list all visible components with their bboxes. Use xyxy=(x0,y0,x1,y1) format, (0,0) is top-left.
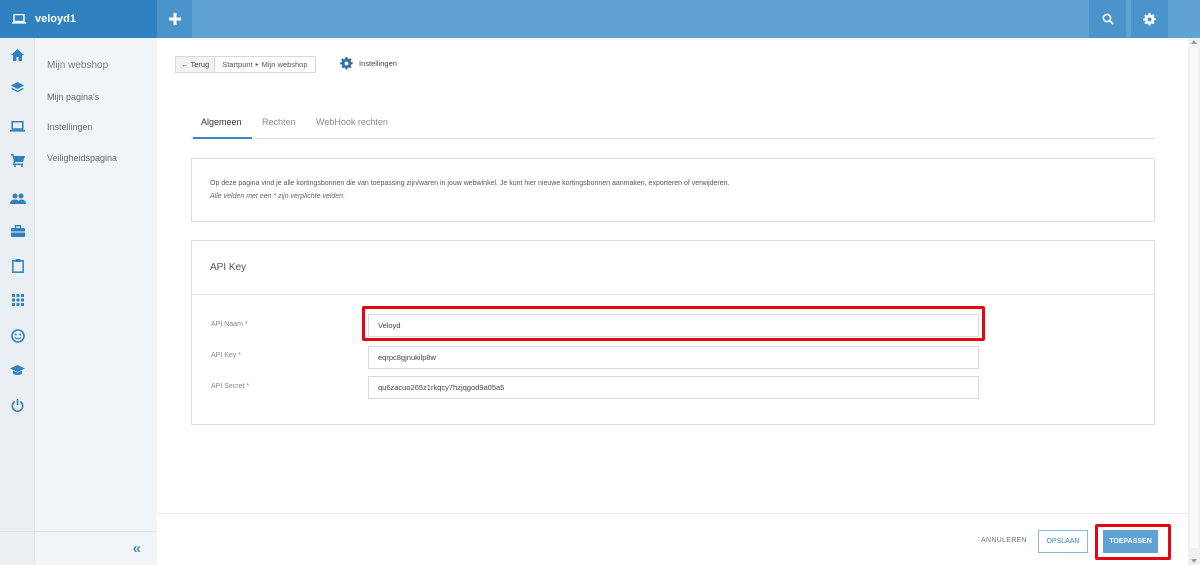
subnav-footer: « xyxy=(35,531,157,565)
collapse-sidebar-button[interactable]: « xyxy=(133,540,141,557)
tab-algemeen[interactable]: Algemeen xyxy=(201,117,242,127)
tab-rechten[interactable]: Rechten xyxy=(262,117,296,127)
search-icon xyxy=(1102,13,1114,25)
top-bar xyxy=(157,0,1200,38)
power-icon[interactable] xyxy=(0,393,35,417)
api-key-panel: API Key API Naam * Veloyd API Key * eqrp… xyxy=(191,240,1155,425)
subnav-item-instellingen[interactable]: Instellingen xyxy=(47,122,93,132)
smiley-icon[interactable] xyxy=(0,324,35,348)
page-title-text: Instellingen xyxy=(359,59,397,68)
active-tab-indicator xyxy=(193,137,252,139)
users-icon[interactable] xyxy=(0,186,35,210)
briefcase-icon[interactable] xyxy=(0,219,35,243)
add-button[interactable] xyxy=(157,0,192,38)
plus-icon xyxy=(168,13,181,25)
layers-icon[interactable] xyxy=(0,76,35,100)
brand-bar[interactable]: veloyd1 xyxy=(0,0,157,38)
icon-rail xyxy=(0,38,35,565)
sub-navigation: Mijn webshop Mijn pagina's Instellingen … xyxy=(35,38,157,565)
laptop-icon xyxy=(12,14,26,24)
subnav-item-mijn-paginas[interactable]: Mijn pagina's xyxy=(47,92,99,102)
required-fields-note: Alle velden met een * zijn verplichte ve… xyxy=(210,193,346,200)
cart-icon[interactable] xyxy=(0,148,35,172)
api-name-input[interactable]: Veloyd xyxy=(368,314,979,337)
back-button[interactable]: ← Terug xyxy=(176,57,216,72)
home-icon[interactable] xyxy=(0,43,35,67)
gear-icon xyxy=(1143,12,1156,25)
graduation-cap-icon[interactable] xyxy=(0,358,35,382)
scroll-up-icon[interactable] xyxy=(1191,40,1197,44)
api-key-input[interactable]: eqrpc8gjnukilp8w xyxy=(368,346,979,369)
save-button[interactable]: OPSLAAN xyxy=(1038,530,1088,553)
breadcrumb-path: Startpunt ▸ Mijn webshop xyxy=(215,60,314,69)
api-name-label: API Naam * xyxy=(211,321,248,328)
info-panel: Op deze pagina vind je alle kortingsbonn… xyxy=(191,158,1155,222)
api-key-panel-header: API Key xyxy=(192,241,1154,295)
api-secret-input[interactable]: qu6zacuo265z1rkqcy7hzjqgod9a05a5 xyxy=(368,376,979,399)
api-secret-label: API Secret * xyxy=(211,383,250,390)
page-scrollbar[interactable] xyxy=(1188,38,1200,565)
tab-webhook-rechten[interactable]: WebHook rechten xyxy=(316,117,388,127)
api-key-title: API Key xyxy=(210,262,247,273)
grid-icon[interactable] xyxy=(0,288,35,312)
info-text: Op deze pagina vind je alle kortingsbonn… xyxy=(210,180,730,187)
laptop-icon[interactable] xyxy=(0,114,35,138)
rail-footer xyxy=(0,531,35,565)
breadcrumb-separator-icon: ▸ xyxy=(255,62,259,68)
user-name: veloyd1 xyxy=(35,13,76,25)
scroll-down-icon[interactable] xyxy=(1191,559,1197,563)
breadcrumb: ← Terug Startpunt ▸ Mijn webshop xyxy=(175,56,316,73)
tab-bar: Algemeen Rechten WebHook rechten xyxy=(191,111,1155,139)
scroll-thumb[interactable] xyxy=(1190,48,1198,548)
form-footer: ANNULEREN OPSLAAN TOEPASSEN xyxy=(157,513,1188,565)
cancel-button[interactable]: ANNULEREN xyxy=(981,537,1027,544)
subnav-item-mijn-webshop[interactable]: Mijn webshop xyxy=(47,60,108,71)
apply-button[interactable]: TOEPASSEN xyxy=(1103,530,1158,553)
search-button[interactable] xyxy=(1089,0,1126,38)
subnav-item-veiligheidspagina[interactable]: Veiligheidspagina xyxy=(47,153,117,163)
breadcrumb-item-startpunt[interactable]: Startpunt xyxy=(222,60,252,69)
clipboard-icon[interactable] xyxy=(0,254,35,278)
breadcrumb-item-mijn-webshop[interactable]: Mijn webshop xyxy=(262,60,308,69)
api-key-label: API Key * xyxy=(211,352,241,359)
settings-button[interactable] xyxy=(1131,0,1168,38)
gear-icon xyxy=(340,57,353,70)
page-title: Instellingen xyxy=(340,57,397,70)
